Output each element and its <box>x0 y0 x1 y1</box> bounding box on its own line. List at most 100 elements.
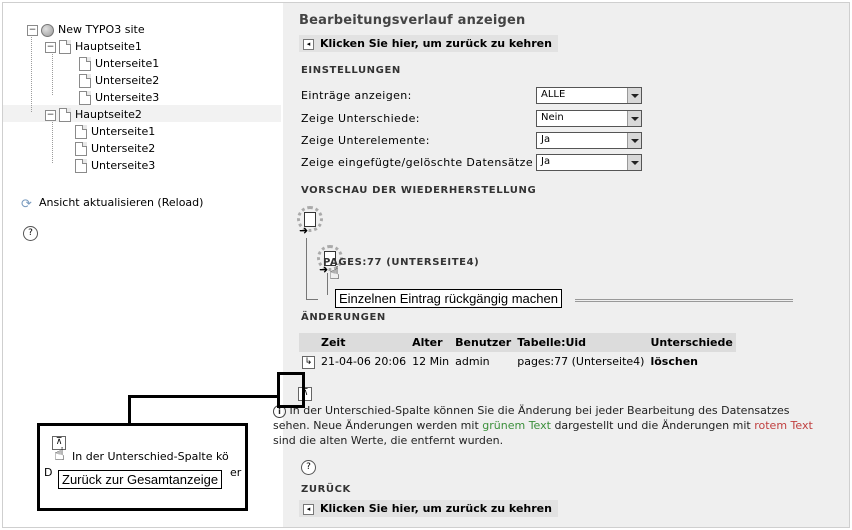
zoom-text-line: In der Unterschied-Spalte kö <box>72 450 229 463</box>
column-header-diff: Unterschiede <box>647 333 736 352</box>
reload-link[interactable]: ⟳ Ansicht aktualisieren (Reload) <box>21 196 203 212</box>
select-value: Ja <box>541 134 551 145</box>
chevron-down-icon[interactable] <box>627 88 641 103</box>
tree-root-label[interactable]: New TYPO3 site <box>58 23 145 36</box>
show-record-icon[interactable]: ↳ <box>302 356 315 369</box>
back-link-bottom[interactable]: ◂ Klicken Sie hier, um zurück zu kehren <box>299 500 558 517</box>
undo-all-icon[interactable]: ➜ <box>297 206 323 237</box>
callout-connector <box>128 395 131 425</box>
tree-item-hauptseite1[interactable]: − Hauptseite1 <box>27 38 159 55</box>
reload-icon[interactable]: ⟳ <box>21 197 35 212</box>
cell-user: admin <box>455 355 490 368</box>
cell-age: 12 Min <box>412 355 450 368</box>
column-header-user: Benutzer <box>452 333 515 352</box>
entries-select[interactable]: ALLE <box>536 87 642 104</box>
preview-heading: VORSCHAU DER WIEDERHERSTELLUNG <box>301 185 537 196</box>
show-subelements-select[interactable]: Ja <box>536 132 642 149</box>
preview-tree-line <box>327 273 328 295</box>
back-arrow-icon[interactable]: ◂ <box>303 38 314 50</box>
back-heading: ZURÜCK <box>301 484 351 495</box>
page-icon <box>75 159 87 173</box>
changes-heading: ÄNDERUNGEN <box>301 312 386 323</box>
tree-item-label[interactable]: Unterseite2 <box>91 142 155 155</box>
settings-heading: EINSTELLUNGEN <box>301 65 401 76</box>
zoom-tooltip: Zurück zur Gesamtanzeige <box>58 470 223 489</box>
reload-label[interactable]: Ansicht aktualisieren (Reload) <box>39 196 203 209</box>
hand-cursor-icon: ☝ <box>329 263 340 284</box>
info-paragraph: i In der Unterschied-Spalte können Sie d… <box>273 404 813 447</box>
chevron-down-icon[interactable] <box>627 111 641 126</box>
page-icon <box>75 125 87 139</box>
tree-item-unterseite1[interactable]: Unterseite1 <box>27 123 159 140</box>
setting-label: Zeige Unterschiede: <box>301 112 420 125</box>
collapse-icon[interactable]: − <box>45 41 56 53</box>
setting-label: Zeige Unterelemente: <box>301 134 430 147</box>
collapse-icon[interactable]: − <box>45 109 56 121</box>
tree-item-label[interactable]: Unterseite1 <box>95 57 159 70</box>
zoom-text-partial: er <box>230 466 242 479</box>
divider <box>575 299 793 302</box>
show-inserted-deleted-select[interactable]: Ja <box>536 154 642 171</box>
page-icon <box>59 40 71 54</box>
back-link-top[interactable]: ◂ Klicken Sie hier, um zurück zu kehren <box>299 35 558 52</box>
tree-item-unterseite3[interactable]: Unterseite3 <box>27 89 159 106</box>
globe-icon <box>41 23 54 37</box>
tree-item-unterseite2[interactable]: Unterseite2 <box>27 140 159 157</box>
preview-record-label: PAGES:77 (UNTERSEITE4) <box>323 257 480 268</box>
setting-row: Zeige Unterelemente: Ja <box>301 132 701 150</box>
page-icon <box>79 91 91 105</box>
cell-diff: löschen <box>650 355 698 368</box>
setting-row: Einträge anzeigen: ALLE <box>301 87 701 105</box>
setting-label: Einträge anzeigen: <box>301 89 412 102</box>
collapse-icon[interactable]: − <box>27 24 38 36</box>
help-icon[interactable]: ? <box>23 226 38 241</box>
cell-time: 21-04-06 20:06 <box>321 355 407 368</box>
page-icon <box>59 108 71 122</box>
green-text-label: grünem Text <box>482 419 551 432</box>
tree-item-label[interactable]: Unterseite2 <box>95 74 159 87</box>
column-header-icon <box>299 333 318 352</box>
tree-root[interactable]: − New TYPO3 site <box>27 21 159 38</box>
back-link-label[interactable]: Klicken Sie hier, um zurück zu kehren <box>320 37 552 50</box>
select-value: Ja <box>541 156 551 167</box>
setting-label: Zeige eingefügte/gelöschte Datensätze <box>301 156 534 169</box>
tree-item-label[interactable]: Unterseite1 <box>91 125 155 138</box>
chevron-down-icon[interactable] <box>627 155 641 170</box>
tree-item-label[interactable]: Unterseite3 <box>91 159 155 172</box>
show-diff-select[interactable]: Nein <box>536 110 642 127</box>
preview-tree-line <box>306 299 318 300</box>
chevron-down-icon[interactable] <box>627 133 641 148</box>
preview-tree-line <box>306 238 307 300</box>
column-header-table-uid: Tabelle:Uid <box>514 333 648 352</box>
back-link-label[interactable]: Klicken Sie hier, um zurück zu kehren <box>320 502 552 515</box>
select-value: Nein <box>541 112 564 123</box>
page-icon <box>79 74 91 88</box>
tree-item-unterseite2[interactable]: Unterseite2 <box>27 72 159 89</box>
back-arrow-icon[interactable]: ◂ <box>303 503 314 515</box>
page-icon <box>79 57 91 71</box>
zoom-callout: ⊼ In der Unterschied-Spalte kö D er ☝ Zu… <box>37 423 248 511</box>
cell-table-uid: pages:77 (Unterseite4) <box>517 355 645 368</box>
tree-item-unterseite1[interactable]: Unterseite1 <box>27 55 159 72</box>
history-panel: Bearbeitungsverlauf anzeigen ◂ Klicken Si… <box>273 3 849 527</box>
red-text-label: rotem Text <box>754 419 813 432</box>
hand-cursor-icon: ☝ <box>54 444 65 465</box>
zoom-text-partial: D <box>44 466 53 479</box>
tree-item-hauptseite2[interactable]: − Hauptseite2 <box>27 106 159 123</box>
column-header-time: Zeit <box>318 333 410 352</box>
help-icon[interactable]: ? <box>301 460 316 475</box>
setting-row: Zeige Unterschiede: Nein <box>301 110 701 128</box>
page-icon <box>75 142 87 156</box>
tree-item-label[interactable]: Hauptseite2 <box>75 108 142 121</box>
page-tree: − New TYPO3 site − Hauptseite1 Unterseite1… <box>27 21 159 174</box>
tree-item-unterseite3[interactable]: Unterseite3 <box>27 157 159 174</box>
setting-row: Zeige eingefügte/gelöschte Datensätze Ja <box>301 154 701 172</box>
callout-highlight <box>277 372 305 408</box>
changes-table: Zeit Alter Benutzer Tabelle:Uid Untersch… <box>299 333 736 371</box>
select-value: ALLE <box>541 89 566 100</box>
table-row: ↳ 21-04-06 20:06 12 Min admin pages:77 (… <box>299 352 736 371</box>
undo-tooltip: Einzelnen Eintrag rückgängig machen <box>335 289 562 308</box>
tree-item-label[interactable]: Hauptseite1 <box>75 40 142 53</box>
callout-connector <box>128 395 278 398</box>
tree-item-label[interactable]: Unterseite3 <box>95 91 159 104</box>
